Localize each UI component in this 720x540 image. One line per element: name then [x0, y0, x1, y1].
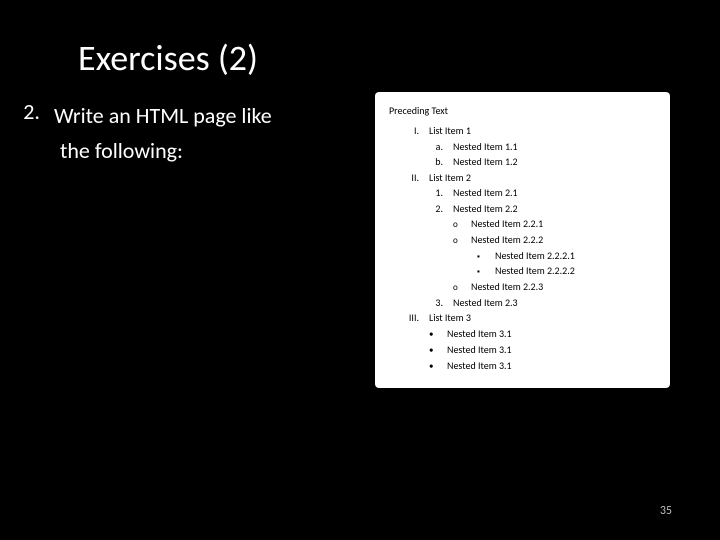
list-item: 2. Nested Item 2.2: [429, 201, 656, 217]
marker-letter: a.: [429, 139, 443, 155]
marker-roman: III.: [405, 310, 419, 326]
exercise-line-2: the following:: [54, 133, 272, 168]
list-item-label: Nested Item 2.2: [453, 201, 518, 217]
marker-arabic: 3.: [429, 295, 443, 311]
doc-heading: Preceding Text: [389, 104, 656, 117]
marker-roman: II.: [405, 170, 419, 186]
list-item: 1. Nested Item 2.1: [429, 185, 656, 201]
list-item: I. List Item 1: [405, 123, 656, 139]
slide-title: Exercises (2): [78, 36, 258, 80]
bullet-open-circle-icon: o: [453, 218, 461, 232]
list-item: 3. Nested Item 2.3: [429, 295, 656, 311]
list-item-label: Nested Item 2.3: [453, 295, 518, 311]
list-item: o Nested Item 2.2.2: [453, 232, 656, 248]
exercise-line-1: Write an HTML page like: [54, 98, 272, 133]
list-item: b. Nested Item 1.2: [429, 154, 656, 170]
marker-roman: I.: [405, 123, 419, 139]
list-item: II. List Item 2: [405, 170, 656, 186]
bullet-open-circle-icon: o: [453, 281, 461, 295]
list-item-label: Nested Item 3.1: [447, 358, 512, 374]
list-item-label: Nested Item 2.2.2.1: [495, 248, 575, 264]
exercise-text: Write an HTML page like the following:: [54, 98, 272, 168]
list-item: o Nested Item 2.2.1: [453, 216, 656, 232]
bullet-square-icon: ▪: [477, 266, 485, 278]
list-item-label: List Item 2: [429, 170, 471, 186]
page-number: 35: [660, 504, 672, 518]
list-item-label: Nested Item 2.2.3: [471, 279, 543, 295]
list-item-label: List Item 1: [429, 123, 471, 139]
example-document: Preceding Text I. List Item 1 a. Nested …: [375, 92, 670, 388]
exercise-item: 2. Write an HTML page like the following…: [18, 98, 272, 168]
list-item: o Nested Item 2.2.3: [453, 279, 656, 295]
list-item: • Nested Item 3.1: [429, 342, 656, 358]
list-item-label: Nested Item 2.2.1: [471, 216, 543, 232]
list-item: • Nested Item 3.1: [429, 326, 656, 342]
marker-letter: b.: [429, 154, 443, 170]
marker-arabic: 1.: [429, 185, 443, 201]
list-item-label: Nested Item 2.2.2: [471, 232, 543, 248]
list-item-label: Nested Item 3.1: [447, 342, 512, 358]
bullet-square-icon: ▪: [477, 251, 485, 263]
list-item: ▪ Nested Item 2.2.2.2: [477, 263, 656, 279]
list-item-label: Nested Item 2.1: [453, 185, 518, 201]
list-item-label: Nested Item 2.2.2.2: [495, 263, 575, 279]
list-item-label: List Item 3: [429, 310, 471, 326]
bullet-disc-icon: •: [429, 360, 437, 374]
exercise-list: 2. Write an HTML page like the following…: [18, 98, 272, 168]
list-item-label: Nested Item 3.1: [447, 326, 512, 342]
bullet-disc-icon: •: [429, 328, 437, 342]
list-item-label: Nested Item 1.2: [453, 154, 518, 170]
list-item: a. Nested Item 1.1: [429, 139, 656, 155]
list-item: III. List Item 3: [405, 310, 656, 326]
exercise-number: 2.: [18, 98, 40, 168]
list-item: • Nested Item 3.1: [429, 358, 656, 374]
marker-arabic: 2.: [429, 201, 443, 217]
list-item-label: Nested Item 1.1: [453, 139, 518, 155]
bullet-open-circle-icon: o: [453, 234, 461, 248]
bullet-disc-icon: •: [429, 344, 437, 358]
list-item: ▪ Nested Item 2.2.2.1: [477, 248, 656, 264]
